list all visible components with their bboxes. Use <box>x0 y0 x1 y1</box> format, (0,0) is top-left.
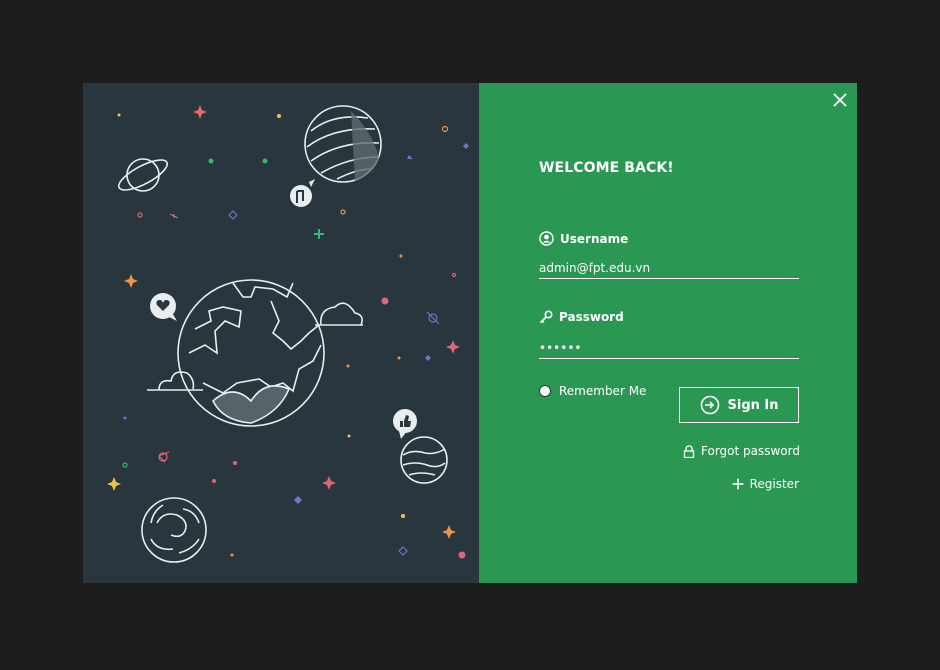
password-input[interactable] <box>539 338 799 359</box>
earth-icon <box>177 279 325 427</box>
login-panel: WELCOME BACK! Username Password Remember… <box>479 83 857 583</box>
planet-icon <box>141 497 207 563</box>
remember-me-label: Remember Me <box>559 384 647 398</box>
password-label: Password <box>539 310 624 324</box>
heart-bubble-icon <box>150 293 177 321</box>
sign-in-label: Sign In <box>727 397 779 413</box>
close-button[interactable] <box>831 91 849 109</box>
space-illustration <box>83 83 479 583</box>
close-icon <box>833 93 847 107</box>
remember-me-radio[interactable] <box>539 385 551 397</box>
sign-in-button[interactable]: Sign In <box>679 387 799 423</box>
sign-in-icon <box>700 395 719 415</box>
password-label-text: Password <box>559 310 624 324</box>
space-illustration-art <box>107 105 469 563</box>
register-link[interactable]: Register <box>732 477 799 491</box>
register-label: Register <box>749 477 799 491</box>
forgot-password-label: Forgot password <box>701 444 800 458</box>
forgot-password-link[interactable]: Forgot password <box>683 444 800 458</box>
plus-icon <box>732 478 744 490</box>
key-icon <box>539 310 553 324</box>
planet-icon <box>400 436 448 484</box>
planet-icon <box>304 105 382 183</box>
user-circle-icon <box>539 231 554 246</box>
like-bubble-icon <box>393 409 417 439</box>
username-label: Username <box>539 231 628 246</box>
remember-me-option[interactable]: Remember Me <box>539 384 646 398</box>
login-dialog: WELCOME BACK! Username Password Remember… <box>83 83 857 583</box>
username-input[interactable] <box>539 258 799 279</box>
username-label-text: Username <box>560 231 629 246</box>
page-title: WELCOME BACK! <box>539 160 674 176</box>
chat-bubble-icon <box>290 179 315 207</box>
lock-icon <box>683 444 695 458</box>
saturn-icon <box>117 158 169 192</box>
cloud-icon <box>147 302 363 391</box>
